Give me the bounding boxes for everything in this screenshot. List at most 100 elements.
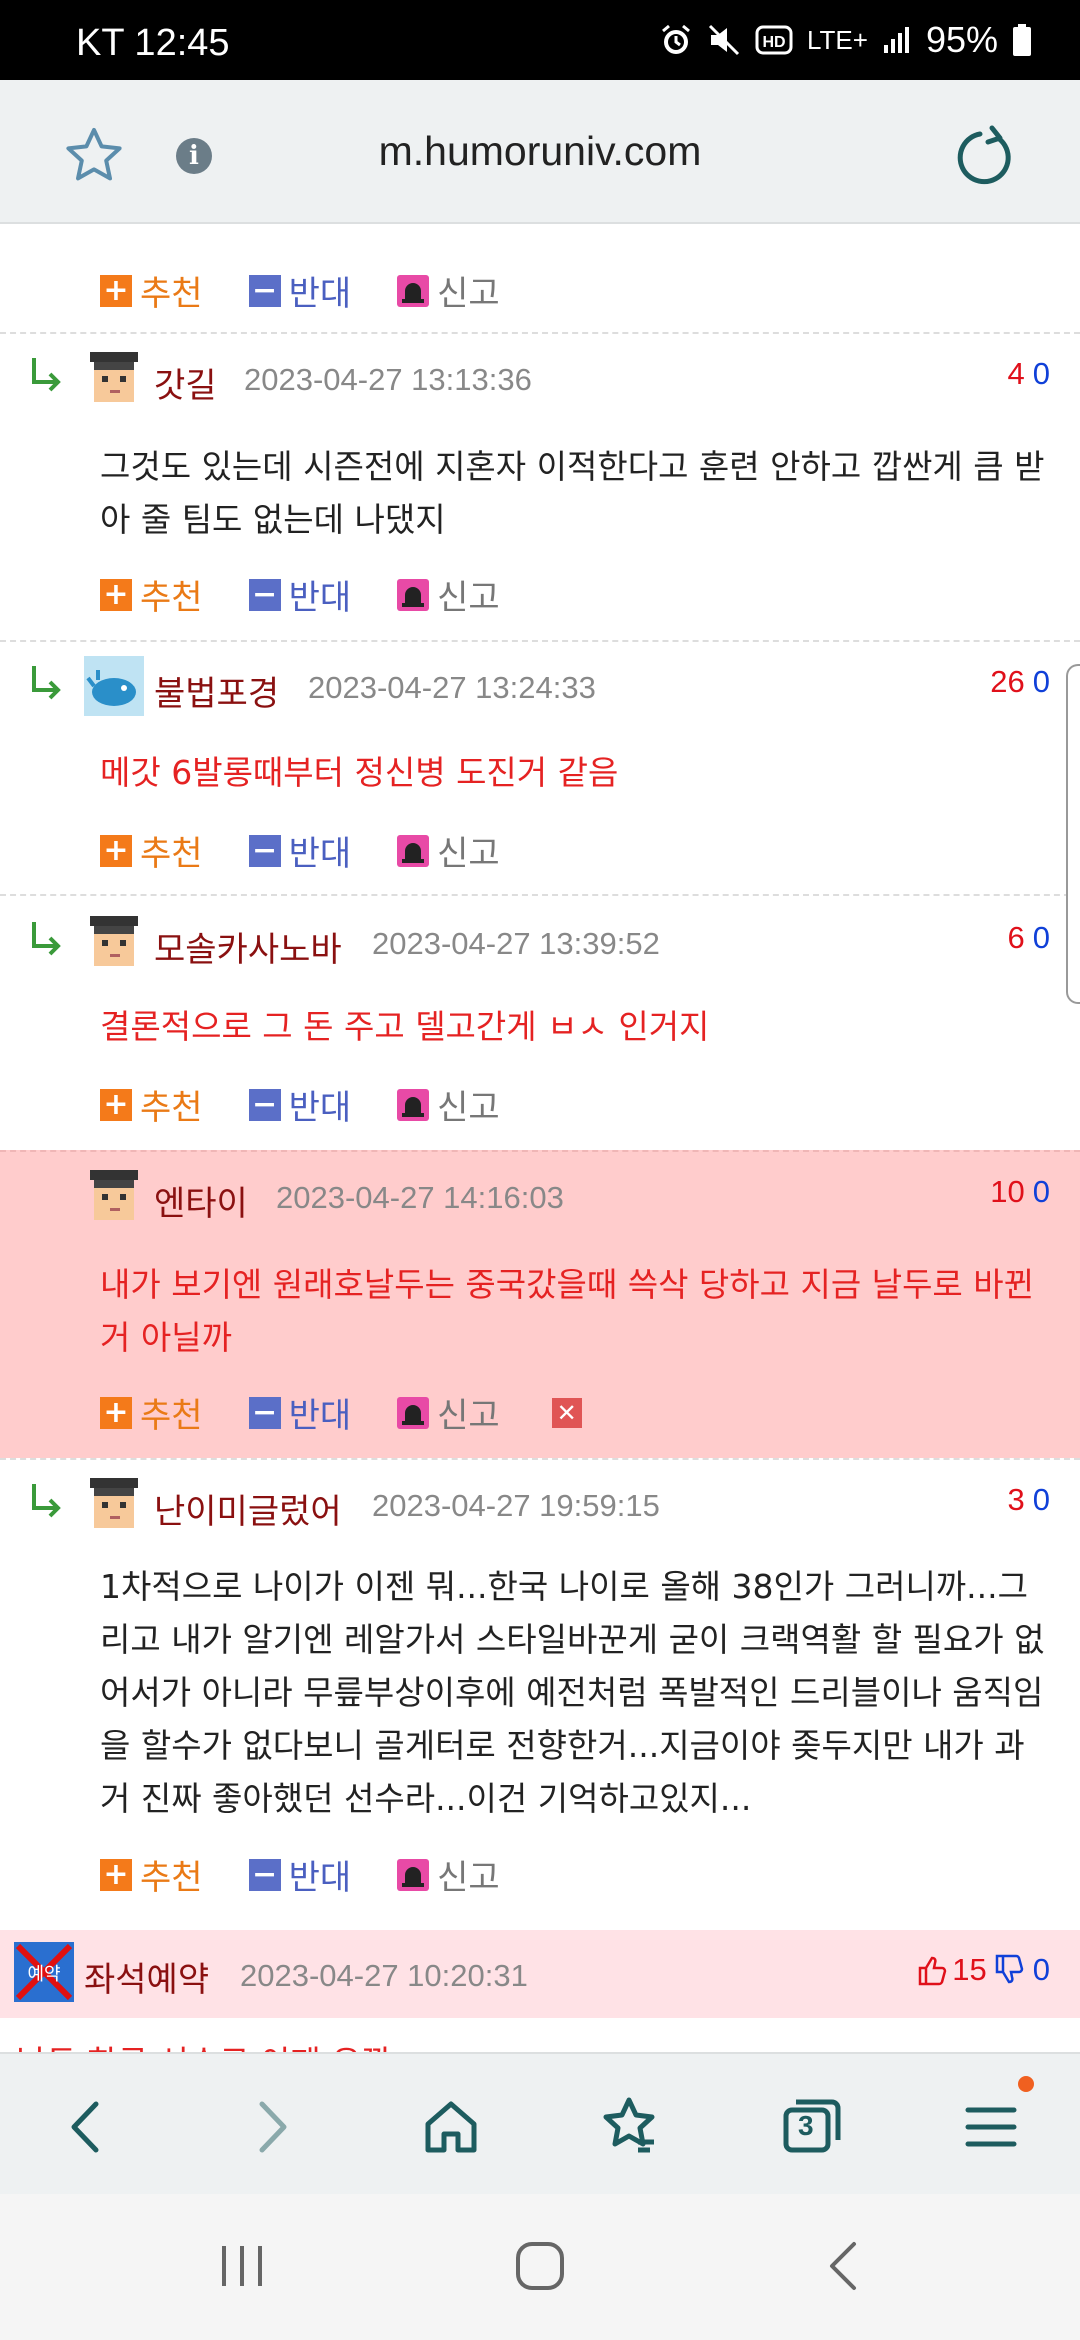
plus-icon: + <box>100 1088 132 1121</box>
minus-icon: − <box>248 1858 281 1891</box>
address-bar: i m.humoruniv.com <box>0 80 1080 224</box>
battery-icon <box>1012 22 1032 58</box>
oppose-button[interactable]: − 반대 <box>248 1080 351 1129</box>
comment-text: 결론적으로 그 돈 주고 델고간게 ㅂㅅ 인거지 <box>100 1007 710 1046</box>
browser-toolbar: 3 <box>0 2052 1080 2194</box>
recommend-button[interactable]: + 추천 <box>100 266 203 315</box>
home-nav-icon[interactable] <box>510 2236 570 2296</box>
siren-icon <box>397 1088 430 1121</box>
menu-icon[interactable] <box>956 2092 1026 2162</box>
scrollbar-thumb[interactable] <box>1066 664 1080 1004</box>
comment-nickname[interactable]: 불법포경 <box>154 666 279 715</box>
comment-score: 40 <box>1007 356 1051 391</box>
comment-actions: + 추천 − 반대 신고 <box>100 570 546 619</box>
thumbs-up-icon <box>919 1956 947 1986</box>
post-nickname[interactable]: 좌석예약 <box>84 1952 209 2001</box>
back-nav-icon[interactable] <box>816 2236 876 2296</box>
minus-icon: − <box>248 578 281 611</box>
plus-icon: + <box>100 274 132 307</box>
minus-icon: − <box>248 1088 281 1121</box>
comment-date: 2023-04-27 13:13:36 <box>244 362 532 397</box>
avatar <box>90 916 138 966</box>
reply-post-row[interactable]: 예약 좌석예약 2023-04-27 10:20:31 15 0 <box>0 1930 1080 2018</box>
comment-date: 2023-04-27 19:59:15 <box>372 1488 660 1523</box>
comment-date: 2023-04-27 14:16:03 <box>276 1180 564 1215</box>
report-button[interactable]: 신고 <box>397 1850 500 1899</box>
report-button[interactable]: 신고 <box>397 1388 500 1437</box>
comment-date: 2023-04-27 13:24:33 <box>308 670 596 705</box>
reply-arrow-icon <box>32 1484 61 1518</box>
forward-icon[interactable] <box>236 2092 306 2162</box>
comment-actions: + 추천 − 반대 신고 <box>100 266 546 315</box>
siren-icon <box>397 1396 430 1429</box>
post-date: 2023-04-27 10:20:31 <box>240 1958 528 1993</box>
siren-icon <box>397 1858 430 1891</box>
thumbs-down-icon <box>995 1954 1024 1984</box>
minus-icon: − <box>248 834 281 867</box>
post-score: 15 0 <box>916 1952 1050 1988</box>
siren-icon <box>397 578 430 611</box>
svg-text:HD: HD <box>762 34 785 51</box>
comment-text: 메갓 6발롱때부터 정신병 도진거 같음 <box>100 753 619 792</box>
report-button[interactable]: 신고 <box>397 826 500 875</box>
plus-icon: + <box>100 834 132 867</box>
comment-text: 그것도 있는데 시즌전에 지혼자 이적한다고 훈련 안하고 깝싼게 큼 받아 줄… <box>100 447 1045 539</box>
oppose-button[interactable]: − 반대 <box>248 1388 351 1437</box>
reload-icon[interactable] <box>952 124 1016 188</box>
recent-apps-icon[interactable] <box>212 2236 272 2296</box>
comment-list: + 추천 − 반대 신고 갓길 2023-04-27 13:13:36 40 그것도… <box>0 224 1080 2052</box>
recommend-button[interactable]: + 추천 <box>100 1388 203 1437</box>
comment-score: 60 <box>1007 920 1051 955</box>
avatar <box>84 656 144 716</box>
tabs-button[interactable]: 3 <box>776 2092 846 2162</box>
bookmarks-icon[interactable] <box>594 2092 664 2162</box>
notification-dot <box>1018 2076 1034 2092</box>
comment-actions: + 추천 − 반대 신고 <box>100 826 546 875</box>
plus-icon: + <box>100 1858 132 1891</box>
mute-icon <box>707 22 741 58</box>
report-button[interactable]: 신고 <box>397 570 500 619</box>
report-button[interactable]: 신고 <box>397 266 500 315</box>
comment-text: 1차적으로 나이가 이젠 뭐...한국 나이로 올해 38인가 그러니까...그… <box>100 1567 1045 1818</box>
comment-actions: + 추천 − 반대 신고 <box>100 1850 546 1899</box>
battery-text: 95% <box>925 19 998 60</box>
tabs-count: 3 <box>798 2110 814 2141</box>
comment-nickname[interactable]: 모솔카사노바 <box>154 922 342 971</box>
avatar <box>90 1478 138 1528</box>
oppose-button[interactable]: − 반대 <box>248 266 351 315</box>
comment-score: 26 0 <box>990 664 1050 699</box>
recommend-button[interactable]: + 추천 <box>100 1850 203 1899</box>
url-text[interactable]: m.humoruniv.com <box>0 128 1080 175</box>
status-time: KT 12:45 <box>76 22 230 64</box>
reply-arrow-icon <box>32 922 61 956</box>
comment-item: 갓길 2023-04-27 13:13:36 40 그것도 있는데 시즌전에 지… <box>0 332 1080 640</box>
delete-icon[interactable]: ✕ <box>551 1397 582 1428</box>
report-button[interactable]: 신고 <box>397 1080 500 1129</box>
comment-nickname[interactable]: 엔타이 <box>154 1176 248 1225</box>
comment-date: 2023-04-27 13:39:52 <box>372 926 660 961</box>
reply-arrow-icon <box>32 666 61 700</box>
recommend-button[interactable]: + 추천 <box>100 1080 203 1129</box>
comment-item-highlighted: 엔타이 2023-04-27 14:16:03 10 0 내가 보기엔 원래호날두… <box>0 1150 1080 1458</box>
network-label: LTE+ <box>807 24 868 55</box>
recommend-button[interactable]: + 추천 <box>100 570 203 619</box>
plus-icon: + <box>100 578 132 611</box>
comment-item: 불법포경 2023-04-27 13:24:33 26 0 메갓 6발롱때부터 정… <box>0 640 1080 894</box>
oppose-button[interactable]: − 반대 <box>248 1850 351 1899</box>
oppose-button[interactable]: − 반대 <box>248 826 351 875</box>
oppose-button[interactable]: − 반대 <box>248 570 351 619</box>
recommend-button[interactable]: + 추천 <box>100 826 203 875</box>
comment-score: 10 0 <box>990 1174 1050 1209</box>
system-nav-bar <box>0 2194 1080 2340</box>
comment-nickname[interactable]: 갓길 <box>154 358 217 407</box>
home-icon[interactable] <box>416 2092 486 2162</box>
hd-icon: HD <box>755 22 793 58</box>
alarm-icon <box>659 22 693 58</box>
comment-score: 30 <box>1007 1482 1051 1517</box>
reserved-seat-label: 예약 <box>27 1964 60 1985</box>
comment-nickname[interactable]: 난이미글렀어 <box>154 1484 342 1533</box>
minus-icon: − <box>248 1396 281 1429</box>
reserved-seat-icon: 예약 <box>14 1942 74 2002</box>
back-icon[interactable] <box>52 2092 122 2162</box>
comment-text: 내가 보기엔 원래호날두는 중국갔을때 쓱삭 당하고 지금 날두로 바뀐거 아닐… <box>100 1265 1034 1357</box>
